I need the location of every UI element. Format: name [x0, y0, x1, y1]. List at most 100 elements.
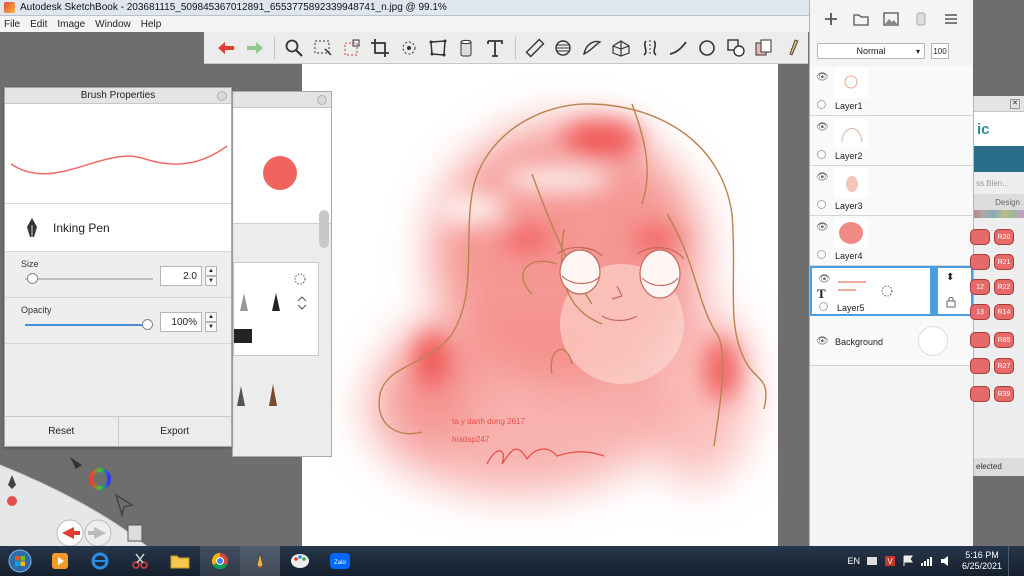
marker-r39[interactable]: R39	[994, 386, 1014, 402]
select-arrow-icon[interactable]	[114, 493, 134, 518]
library-scrollbar[interactable]	[319, 210, 329, 248]
size-slider[interactable]	[25, 273, 153, 284]
transform-button[interactable]	[395, 35, 423, 61]
eye-icon[interactable]: 👁	[816, 336, 829, 347]
opacity-value-field[interactable]: 100%	[160, 312, 202, 332]
taskbar-media-player[interactable]	[40, 546, 80, 576]
zoom-button[interactable]	[280, 35, 308, 61]
marker-left-6[interactable]	[970, 358, 990, 374]
layer-radio[interactable]	[817, 150, 826, 159]
circle-button[interactable]	[693, 35, 721, 61]
taskbar-zalo[interactable]: Zalo	[320, 546, 360, 576]
brush-set-2[interactable]	[233, 372, 319, 412]
layer-row[interactable]: 👁 Layer2	[810, 116, 973, 166]
menu-file[interactable]: File	[4, 19, 20, 30]
brush-set[interactable]	[233, 262, 319, 356]
language-indicator[interactable]: EN	[847, 556, 860, 566]
tray-app-icon[interactable]	[866, 555, 878, 567]
layer-opacity-bar[interactable]	[930, 268, 938, 314]
taskbar-file-explorer[interactable]	[160, 546, 200, 576]
export-button[interactable]: Export	[117, 417, 232, 446]
symmetry-button[interactable]	[636, 35, 664, 61]
eye-icon[interactable]: 👁	[816, 222, 829, 233]
layer-row-background[interactable]: 👁 Background	[810, 316, 973, 366]
menu-image[interactable]: Image	[57, 19, 85, 30]
layer-menu-button[interactable]	[936, 5, 966, 33]
menu-window[interactable]: Window	[95, 19, 131, 30]
marker-left-2[interactable]	[970, 254, 990, 270]
crop-button[interactable]	[366, 35, 394, 61]
ellipse-guide-button[interactable]	[550, 35, 578, 61]
close-icon[interactable]	[217, 91, 227, 101]
opacity-stepper[interactable]: ▲ ▼	[205, 312, 217, 332]
eye-icon[interactable]: 👁	[816, 172, 829, 183]
lagoon-layers-button[interactable]	[127, 524, 143, 542]
drawing-canvas[interactable]: ta y danh dong 2617 hoidap247	[302, 64, 778, 546]
brush-button[interactable]	[779, 35, 807, 61]
taskbar-sketchbook[interactable]	[240, 546, 280, 576]
size-slider-thumb[interactable]	[27, 273, 39, 284]
copic-color-strip[interactable]	[974, 210, 1024, 218]
marker-left-3[interactable]: 12	[970, 279, 990, 295]
layer-row-selected[interactable]: 👁 T Layer5 ⬍	[810, 266, 973, 316]
size-down-arrow[interactable]: ▼	[205, 276, 217, 286]
clear-layer-button[interactable]	[906, 5, 936, 33]
layer-row[interactable]: 👁 Layer3	[810, 166, 973, 216]
menu-help[interactable]: Help	[141, 19, 162, 30]
marker-r22[interactable]: R22	[994, 279, 1014, 295]
move-layer-icon[interactable]: ⬍	[946, 272, 954, 283]
taskbar-snipping-tool[interactable]	[120, 546, 160, 576]
size-up-arrow[interactable]: ▲	[205, 266, 217, 276]
clock[interactable]: 5:16 PM 6/25/2021	[962, 550, 1002, 572]
opacity-slider[interactable]	[25, 319, 153, 330]
close-icon[interactable]	[317, 95, 327, 105]
lagoon-undo-button[interactable]	[56, 519, 84, 547]
marker-left-1[interactable]	[970, 229, 990, 245]
ruler-button[interactable]	[521, 35, 549, 61]
signal-icon[interactable]	[920, 555, 934, 567]
lagoon-color-button[interactable]	[7, 496, 17, 506]
select-button[interactable]	[309, 35, 337, 61]
shapes-button[interactable]	[722, 35, 750, 61]
start-button[interactable]	[0, 546, 40, 576]
eye-icon[interactable]: 👁	[818, 274, 831, 285]
marker-left-7[interactable]	[970, 386, 990, 402]
undo-button[interactable]	[212, 35, 240, 61]
brush-name-row[interactable]: Inking Pen	[5, 204, 231, 252]
marker-r27[interactable]: R27	[994, 358, 1014, 374]
close-icon[interactable]: ✕	[1010, 99, 1020, 109]
layer-radio[interactable]	[817, 250, 826, 259]
add-layer-button[interactable]	[816, 5, 846, 33]
layer-radio[interactable]	[819, 302, 828, 311]
current-color-dot[interactable]	[263, 156, 297, 190]
reset-button[interactable]: Reset	[5, 417, 118, 446]
menu-edit[interactable]: Edit	[30, 19, 47, 30]
copic-design-tab[interactable]: Design	[974, 194, 1024, 210]
redo-button[interactable]	[241, 35, 269, 61]
opacity-down-arrow[interactable]: ▼	[205, 322, 217, 332]
opacity-slider-thumb[interactable]	[142, 319, 153, 330]
volume-icon[interactable]	[940, 555, 952, 567]
background-color-swatch[interactable]	[918, 326, 948, 356]
marker-r21[interactable]: R21	[994, 254, 1014, 270]
blend-mode-select[interactable]: Normal	[817, 43, 925, 59]
fill-button[interactable]	[453, 35, 481, 61]
layer-radio[interactable]	[817, 200, 826, 209]
color-wheel-icon[interactable]	[89, 468, 111, 490]
marker-left-5[interactable]	[970, 332, 990, 348]
taskbar-chrome[interactable]	[200, 546, 240, 576]
marker-r14[interactable]: R14	[994, 304, 1014, 320]
layer-opacity-field[interactable]: 100	[931, 43, 949, 59]
show-desktop-button[interactable]	[1008, 546, 1016, 576]
perspective-button[interactable]	[607, 35, 635, 61]
security-icon[interactable]: V	[884, 555, 896, 567]
layer-row[interactable]: 👁 Layer4	[810, 216, 973, 266]
layer-row[interactable]: 👁 Layer1	[810, 66, 973, 116]
size-value-field[interactable]: 2.0	[160, 266, 202, 286]
lagoon-redo-button[interactable]	[84, 519, 112, 547]
marker-r85[interactable]: R85	[994, 332, 1014, 348]
copy-button[interactable]	[751, 35, 779, 61]
layer-radio[interactable]	[817, 100, 826, 109]
marker-r20[interactable]: R20	[994, 229, 1014, 245]
flag-icon[interactable]	[902, 555, 914, 567]
